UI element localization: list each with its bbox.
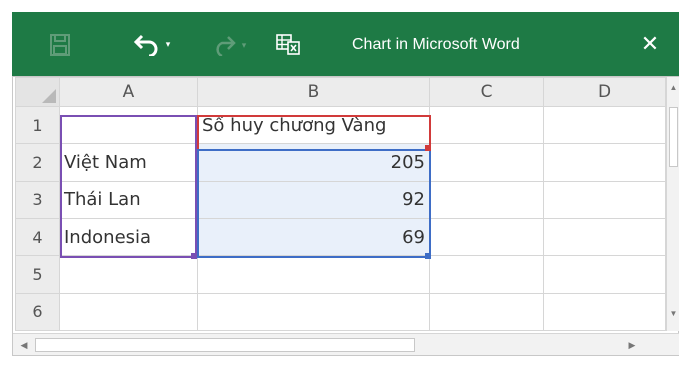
- scroll-up-icon[interactable]: ▲: [667, 81, 680, 95]
- cell-b4[interactable]: 69: [197, 217, 430, 257]
- column-header-a[interactable]: A: [59, 76, 198, 108]
- row-header-6[interactable]: 6: [15, 292, 60, 332]
- horizontal-scrollbar[interactable]: ◀ ▶: [13, 333, 679, 355]
- cell-b1[interactable]: Số huy chương Vàng: [197, 106, 430, 145]
- cell-a5[interactable]: [59, 255, 198, 294]
- cell-b2[interactable]: 205: [197, 143, 430, 182]
- cell-a2[interactable]: Việt Nam: [59, 143, 198, 182]
- row-header-1[interactable]: 1: [15, 106, 60, 145]
- select-all-corner[interactable]: [15, 76, 60, 108]
- cell-d1[interactable]: [543, 106, 666, 145]
- row-header-5[interactable]: 5: [15, 255, 60, 294]
- title-bar: ▾ ▾ Chart in Microsoft Word ✕: [12, 12, 679, 76]
- cell-d5[interactable]: [543, 255, 666, 294]
- cell-a4[interactable]: Indonesia: [59, 217, 198, 257]
- undo-icon: [133, 34, 158, 56]
- scroll-left-icon[interactable]: ◀: [17, 337, 31, 353]
- spreadsheet: A B C D 1 Số huy chương Vàng 2 Việt Nam …: [12, 76, 679, 356]
- cell-b6[interactable]: [197, 292, 430, 332]
- cell-c4[interactable]: [429, 217, 544, 257]
- save-icon: [50, 34, 70, 56]
- cell-a6[interactable]: [59, 292, 198, 332]
- scroll-right-icon[interactable]: ▶: [625, 337, 639, 353]
- horizontal-scroll-thumb[interactable]: [35, 338, 415, 352]
- range-handle-blue[interactable]: [425, 253, 431, 259]
- column-header-c[interactable]: C: [429, 76, 544, 108]
- cell-a3[interactable]: Thái Lan: [59, 180, 198, 219]
- cell-b3[interactable]: 92: [197, 180, 430, 219]
- redo-button[interactable]: ▾: [198, 30, 260, 60]
- cell-d4[interactable]: [543, 217, 666, 257]
- redo-dropdown-icon[interactable]: ▾: [242, 40, 247, 51]
- cell-c6[interactable]: [429, 292, 544, 332]
- redo-icon: [216, 36, 236, 56]
- range-handle-red[interactable]: [425, 145, 431, 151]
- close-icon: ✕: [640, 31, 660, 56]
- row-header-2[interactable]: 2: [15, 143, 60, 182]
- cell-d3[interactable]: [543, 180, 666, 219]
- cell-d2[interactable]: [543, 143, 666, 182]
- edit-data-in-excel-icon: [276, 34, 300, 55]
- row-header-4[interactable]: 4: [15, 217, 60, 257]
- cell-d6[interactable]: [543, 292, 666, 332]
- vertical-scrollbar[interactable]: ▲ ▼: [666, 77, 679, 331]
- cell-c2[interactable]: [429, 143, 544, 182]
- column-header-b[interactable]: B: [197, 76, 430, 108]
- window-title: Chart in Microsoft Word: [352, 36, 520, 53]
- undo-dropdown-icon[interactable]: ▾: [166, 39, 171, 50]
- scroll-down-icon[interactable]: ▼: [667, 307, 680, 321]
- cell-c5[interactable]: [429, 255, 544, 294]
- column-header-d[interactable]: D: [543, 76, 666, 108]
- cell-c1[interactable]: [429, 106, 544, 145]
- cell-c3[interactable]: [429, 180, 544, 219]
- row-header-3[interactable]: 3: [15, 180, 60, 219]
- undo-button[interactable]: ▾: [122, 28, 182, 60]
- save-button[interactable]: [48, 32, 72, 58]
- select-all-icon: [42, 89, 56, 104]
- range-handle-purple[interactable]: [191, 253, 197, 259]
- close-button[interactable]: ✕: [636, 30, 664, 58]
- cell-a1[interactable]: [59, 106, 198, 145]
- data-grid: A B C D 1 Số huy chương Vàng 2 Việt Nam …: [15, 76, 666, 332]
- edit-data-in-excel-button[interactable]: [274, 30, 302, 58]
- cell-b5[interactable]: [197, 255, 430, 294]
- vertical-scroll-thumb[interactable]: [669, 107, 678, 167]
